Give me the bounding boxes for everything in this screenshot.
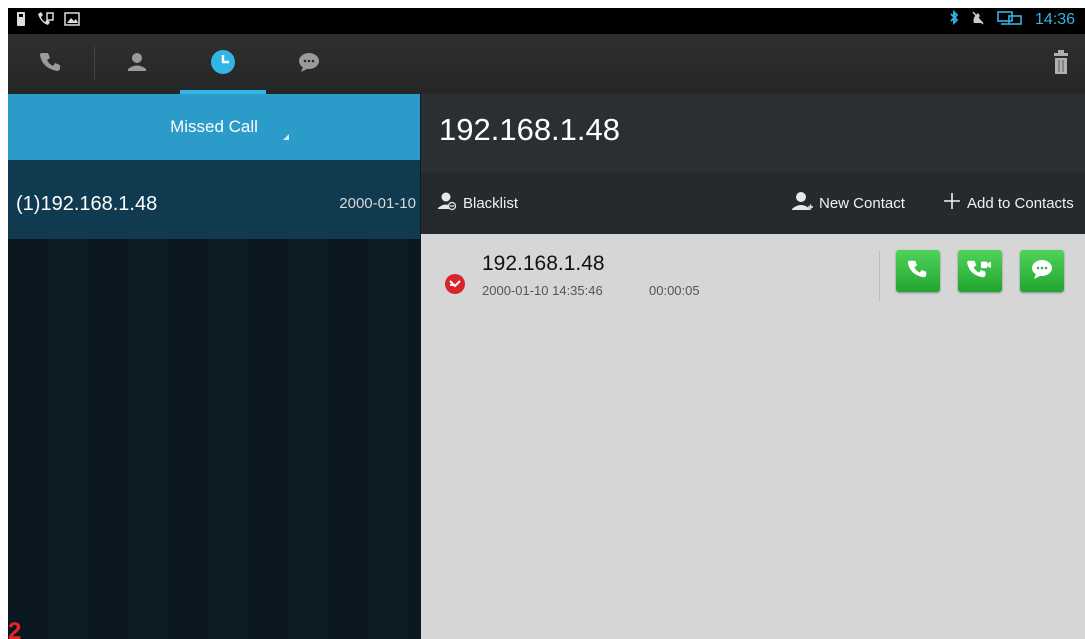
- trash-icon: [1051, 50, 1071, 80]
- tab-call-history[interactable]: [180, 34, 266, 94]
- call-log-pane: Missed Call (1)192.168.1.48 2000-01-10: [8, 94, 420, 639]
- mute-icon: [971, 10, 985, 30]
- message-icon: [1030, 258, 1054, 285]
- screen: 14:36 Missed Call (1)192.168.1.48 2000-0…: [8, 8, 1085, 639]
- call-status-icon: [36, 11, 54, 30]
- call-log-date: 2000-01-10: [339, 195, 416, 212]
- tab-contacts[interactable]: [94, 34, 180, 94]
- call-detail-datetime: 2000-01-10 14:35:46: [482, 283, 603, 298]
- call-detail-duration: 00:00:05: [649, 283, 700, 298]
- action-divider: [879, 250, 880, 302]
- call-detail-number: 192.168.1.48: [482, 252, 605, 275]
- blacklist-label: Blacklist: [463, 194, 519, 212]
- detail-header: 192.168.1.48: [421, 94, 1085, 172]
- add-to-contacts-button[interactable]: Add to Contacts: [943, 172, 1074, 234]
- call-detail-entry: 192.168.1.48 2000-01-10 14:35:46 00:00:0…: [439, 250, 1079, 310]
- detail-title: 192.168.1.48: [439, 112, 621, 147]
- new-contact-label: New Contact: [819, 194, 905, 212]
- video-call-icon: [967, 258, 993, 285]
- send-message-button[interactable]: [1020, 250, 1064, 292]
- phone-icon: [907, 258, 929, 285]
- usb-icon: [16, 11, 26, 30]
- call-log-empty-area: [8, 239, 420, 639]
- video-call-button[interactable]: [958, 250, 1002, 292]
- contact-icon: [125, 50, 149, 79]
- clock-icon: [210, 49, 236, 80]
- status-left-icons: [16, 11, 80, 30]
- tab-dialer[interactable]: [8, 34, 94, 94]
- call-detail-list: 192.168.1.48 2000-01-10 14:35:46 00:00:0…: [421, 234, 1085, 639]
- network-icon: [997, 10, 1023, 30]
- message-icon: [297, 50, 321, 79]
- image-icon: [64, 12, 80, 29]
- blacklist-icon: [437, 191, 457, 215]
- add-to-contacts-label: Add to Contacts: [967, 194, 1074, 212]
- dropdown-indicator-icon: [283, 134, 289, 140]
- missed-call-icon: [445, 274, 465, 294]
- call-detail-pane: 192.168.1.48 Blacklist New Contact Add t…: [421, 94, 1085, 639]
- detail-action-bar: Blacklist New Contact Add to Contacts: [421, 172, 1085, 234]
- status-bar: 14:36: [8, 8, 1085, 34]
- call-log-item[interactable]: (1)192.168.1.48 2000-01-10: [8, 160, 420, 239]
- call-log-number: (1)192.168.1.48: [16, 193, 158, 215]
- call-filter-dropdown[interactable]: Missed Call: [8, 94, 420, 160]
- plus-icon: [943, 192, 961, 214]
- phone-icon: [39, 50, 63, 79]
- status-right-icons: 14:36: [949, 9, 1075, 30]
- new-contact-button[interactable]: New Contact: [791, 172, 905, 234]
- bluetooth-icon: [949, 9, 959, 30]
- tab-bar: [8, 34, 1085, 94]
- blacklist-button[interactable]: Blacklist: [437, 172, 518, 234]
- new-contact-icon: [791, 190, 813, 216]
- voice-call-button[interactable]: [896, 250, 940, 292]
- call-filter-label: Missed Call: [170, 117, 258, 136]
- tab-messages[interactable]: [266, 34, 352, 94]
- page-number: 2: [8, 618, 22, 639]
- status-clock: 14:36: [1034, 11, 1075, 28]
- delete-button[interactable]: [1051, 50, 1071, 76]
